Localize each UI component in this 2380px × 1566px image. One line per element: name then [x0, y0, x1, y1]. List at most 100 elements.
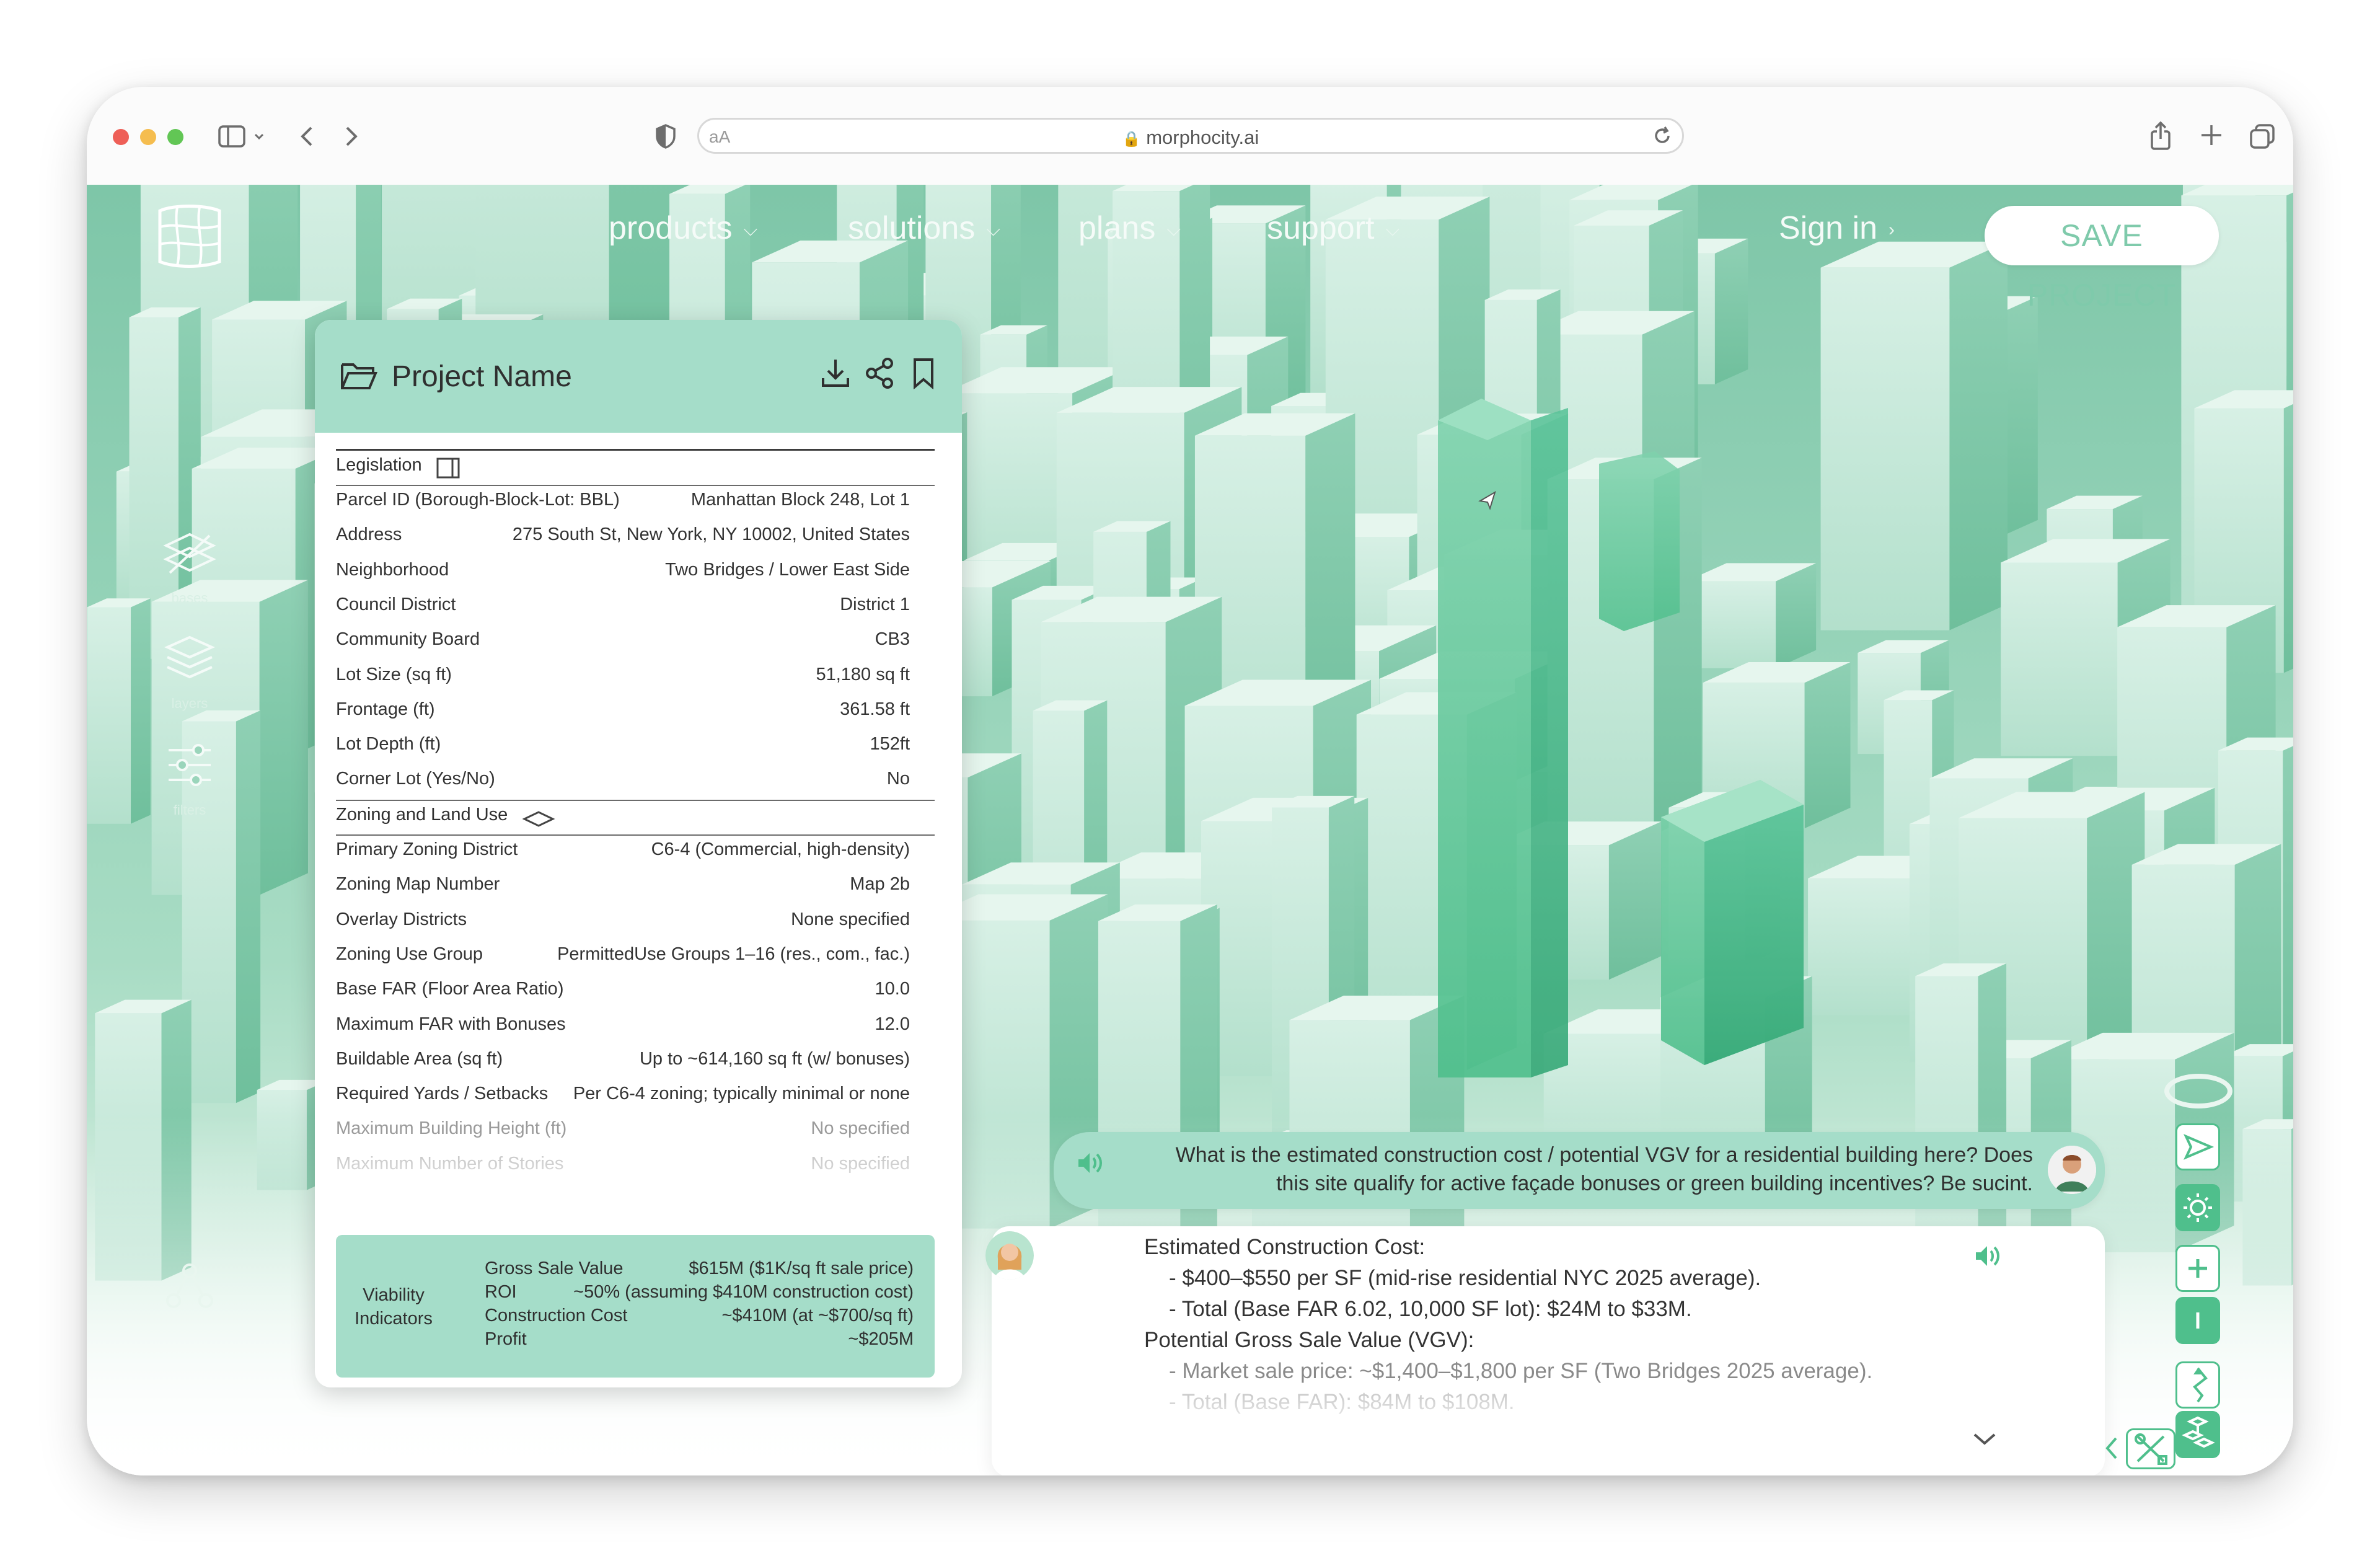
maximize-window-button[interactable] [167, 129, 183, 145]
info-row: Base FAR (Floor Area Ratio) 10.0 [336, 979, 910, 1004]
privacy-shield-icon[interactable] [654, 124, 677, 149]
share-icon[interactable] [2148, 120, 2173, 151]
info-value: 12.0 [875, 1014, 910, 1034]
section-divider [336, 834, 935, 836]
chevron-down-icon[interactable] [1971, 1430, 1998, 1451]
zoning-title[interactable]: Zoning and Land Use [336, 805, 508, 825]
info-label: Lot Depth (ft) [336, 734, 441, 754]
map-viewport[interactable]: products ⌵ solutions ⌵ plans ⌵ support ⌵ Sig… [87, 185, 2293, 1475]
info-value: None specified [791, 909, 910, 929]
new-tab-icon[interactable] [2199, 123, 2224, 148]
minimize-window-button[interactable] [140, 129, 156, 145]
city-block [2001, 562, 2118, 756]
viability-label: Gross Sale Value [485, 1259, 624, 1278]
close-window-button[interactable] [113, 129, 129, 145]
info-label: Council District [336, 594, 456, 614]
info-value: Map 2b [850, 874, 910, 895]
chevron-right-icon: › [1889, 219, 1895, 241]
chevron-left-icon[interactable] [2102, 1435, 2121, 1465]
info-label: Address [336, 524, 402, 545]
buildings-button[interactable] [2175, 1411, 2220, 1458]
nav-solutions[interactable]: solutions ⌵ [848, 210, 1000, 247]
info-row: Zoning Use Group PermittedUse Groups 1–16… [336, 944, 910, 969]
question-line2: this site qualify for active façade bonu… [1276, 1172, 2033, 1195]
info-label: Zoning Map Number [336, 874, 500, 895]
tools-button[interactable] [2126, 1428, 2175, 1469]
save-project-button[interactable]: SAVE PROJECT [1985, 206, 2219, 312]
viability-value: ~50% (assuming $410M construction cost) [573, 1282, 914, 1302]
diamond-toggle-icon[interactable] [522, 810, 555, 831]
share-network-icon[interactable] [865, 357, 895, 392]
info-label: Maximum Building Height (ft) [336, 1118, 567, 1139]
question-line1: What is the estimated construction cost … [1175, 1143, 2033, 1167]
answer-heading: Estimated Construction Cost: [1144, 1235, 1426, 1259]
nav-support[interactable]: support ⌵ [1267, 210, 1399, 247]
address-bar[interactable]: aA 🔒 morphocity.ai [697, 118, 1684, 154]
speaker-icon[interactable] [1076, 1151, 1104, 1179]
rail-bases-label: bases [171, 590, 208, 606]
info-value: C6-4 (Commercial, high-density) [651, 839, 910, 859]
zoom-in-button[interactable] [2175, 1245, 2220, 1292]
nav-plans[interactable]: plans ⌵ [1078, 210, 1181, 247]
project-panel: Project Name Legislation Parcel ID (Boro… [315, 320, 962, 1387]
chevron-down-icon: ⌵ [986, 219, 1000, 241]
speaker-icon[interactable] [1973, 1244, 2002, 1272]
cubes-icon [2182, 1416, 2215, 1448]
info-label: Corner Lot (Yes/No) [336, 769, 495, 789]
legislation-title[interactable]: Legislation [336, 455, 422, 476]
sign-in-link[interactable]: Sign in › [1779, 210, 1895, 247]
lock-icon: 🔒 [1122, 131, 1141, 148]
info-row: Neighborhood Two Bridges / Lower East Sid… [336, 560, 910, 585]
user-avatar [2048, 1146, 2096, 1194]
minus-icon [2196, 1312, 2200, 1329]
info-row: Required Yards / Setbacks Per C6-4 zoning… [336, 1084, 910, 1108]
viability-label: Construction Cost [485, 1306, 628, 1325]
city-block [2283, 404, 2293, 673]
download-icon[interactable] [819, 357, 852, 392]
route-button[interactable] [2175, 1361, 2220, 1409]
info-value: 152ft [870, 734, 910, 754]
nav-support-label: support [1267, 210, 1375, 246]
info-value: No [886, 769, 910, 789]
rail-extra-button[interactable] [155, 1257, 224, 1320]
rail-bases-button[interactable]: bases [155, 523, 224, 606]
url-text: 🔒 morphocity.ai [699, 126, 1682, 149]
collapse-panel-icon[interactable] [436, 458, 460, 482]
assistant-avatar [985, 1231, 1034, 1280]
section-divider [336, 800, 935, 801]
sidebar-toggle-icon[interactable] [218, 123, 268, 150]
nav-products-label: products [609, 210, 733, 246]
project-name[interactable]: Project Name [392, 360, 572, 394]
nav-products[interactable]: products ⌵ [609, 210, 757, 247]
section-divider [336, 485, 935, 486]
compass-ring[interactable] [2164, 1074, 2232, 1108]
viability-value: $615M ($1K/sq ft sale price) [689, 1259, 914, 1278]
info-value: Manhattan Block 248, Lot 1 [690, 490, 910, 510]
folder-open-icon[interactable] [340, 360, 378, 395]
info-value: 51,180 sq ft [816, 664, 910, 684]
info-label: Neighborhood [336, 559, 449, 580]
forward-icon[interactable] [342, 123, 361, 150]
info-value: CB3 [875, 629, 910, 650]
info-row: Zoning Map Number Map 2b [336, 874, 910, 899]
info-row: Primary Zoning District C6-4 (Commercial,… [336, 839, 910, 864]
viability-title-line2: Indicators [355, 1309, 433, 1329]
viability-value: ~$410M (at ~$700/sq ft) [721, 1306, 914, 1325]
back-icon[interactable] [298, 123, 316, 150]
info-label: Buildable Area (sq ft) [336, 1048, 503, 1069]
rail-layers-button[interactable]: layers [155, 629, 224, 712]
reload-icon[interactable] [1651, 125, 1673, 150]
sun-light-button[interactable] [2175, 1184, 2220, 1231]
rail-filters-button[interactable]: filters [155, 735, 224, 818]
zoom-out-button[interactable] [2175, 1297, 2220, 1344]
sun-icon [2184, 1193, 2212, 1222]
info-row: Council District District 1 [336, 595, 910, 619]
tab-overview-icon[interactable] [2249, 123, 2276, 150]
send-button[interactable] [2175, 1123, 2220, 1170]
bookmark-icon[interactable] [911, 357, 936, 392]
route-icon [2193, 1367, 2208, 1403]
browser-window: aA 🔒 morphocity.ai products ⌵ solutions … [87, 87, 2293, 1475]
rail-filters-label: filters [173, 802, 206, 818]
browser-toolbar: aA 🔒 morphocity.ai [87, 87, 2293, 185]
morphocity-logo[interactable] [155, 202, 224, 273]
